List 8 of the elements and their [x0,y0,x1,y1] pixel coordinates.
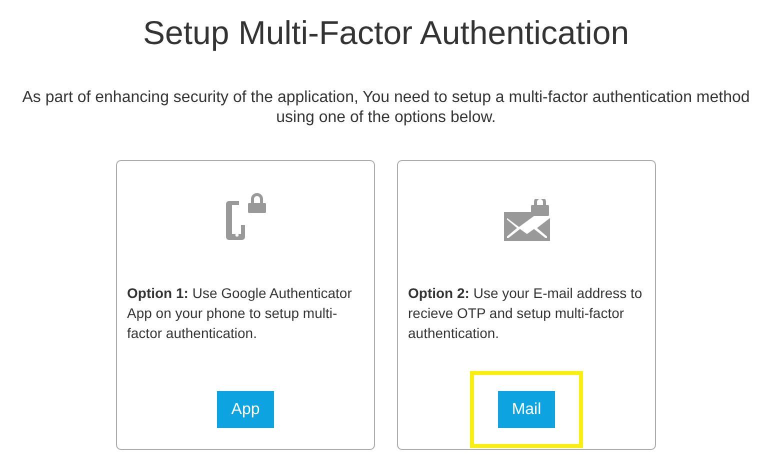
page-title: Setup Multi-Factor Authentication [142,14,630,52]
mail-button[interactable]: Mail [498,391,556,428]
phone-lock-icon [224,193,266,241]
option-description: Option 1: Use Google Authenticator App on your phone to setup multi-factor authentication. [127,284,353,343]
option-description: Option 2: Use your E-mail address to recieve OTP and setup multi-factor authentication. [408,284,644,343]
app-button[interactable]: App [217,391,274,428]
mail-lock-icon [502,199,550,241]
intro-text: As part of enhancing security of the application, You need to setup a multi-factor authentication method using one of the options below. [21,88,751,128]
